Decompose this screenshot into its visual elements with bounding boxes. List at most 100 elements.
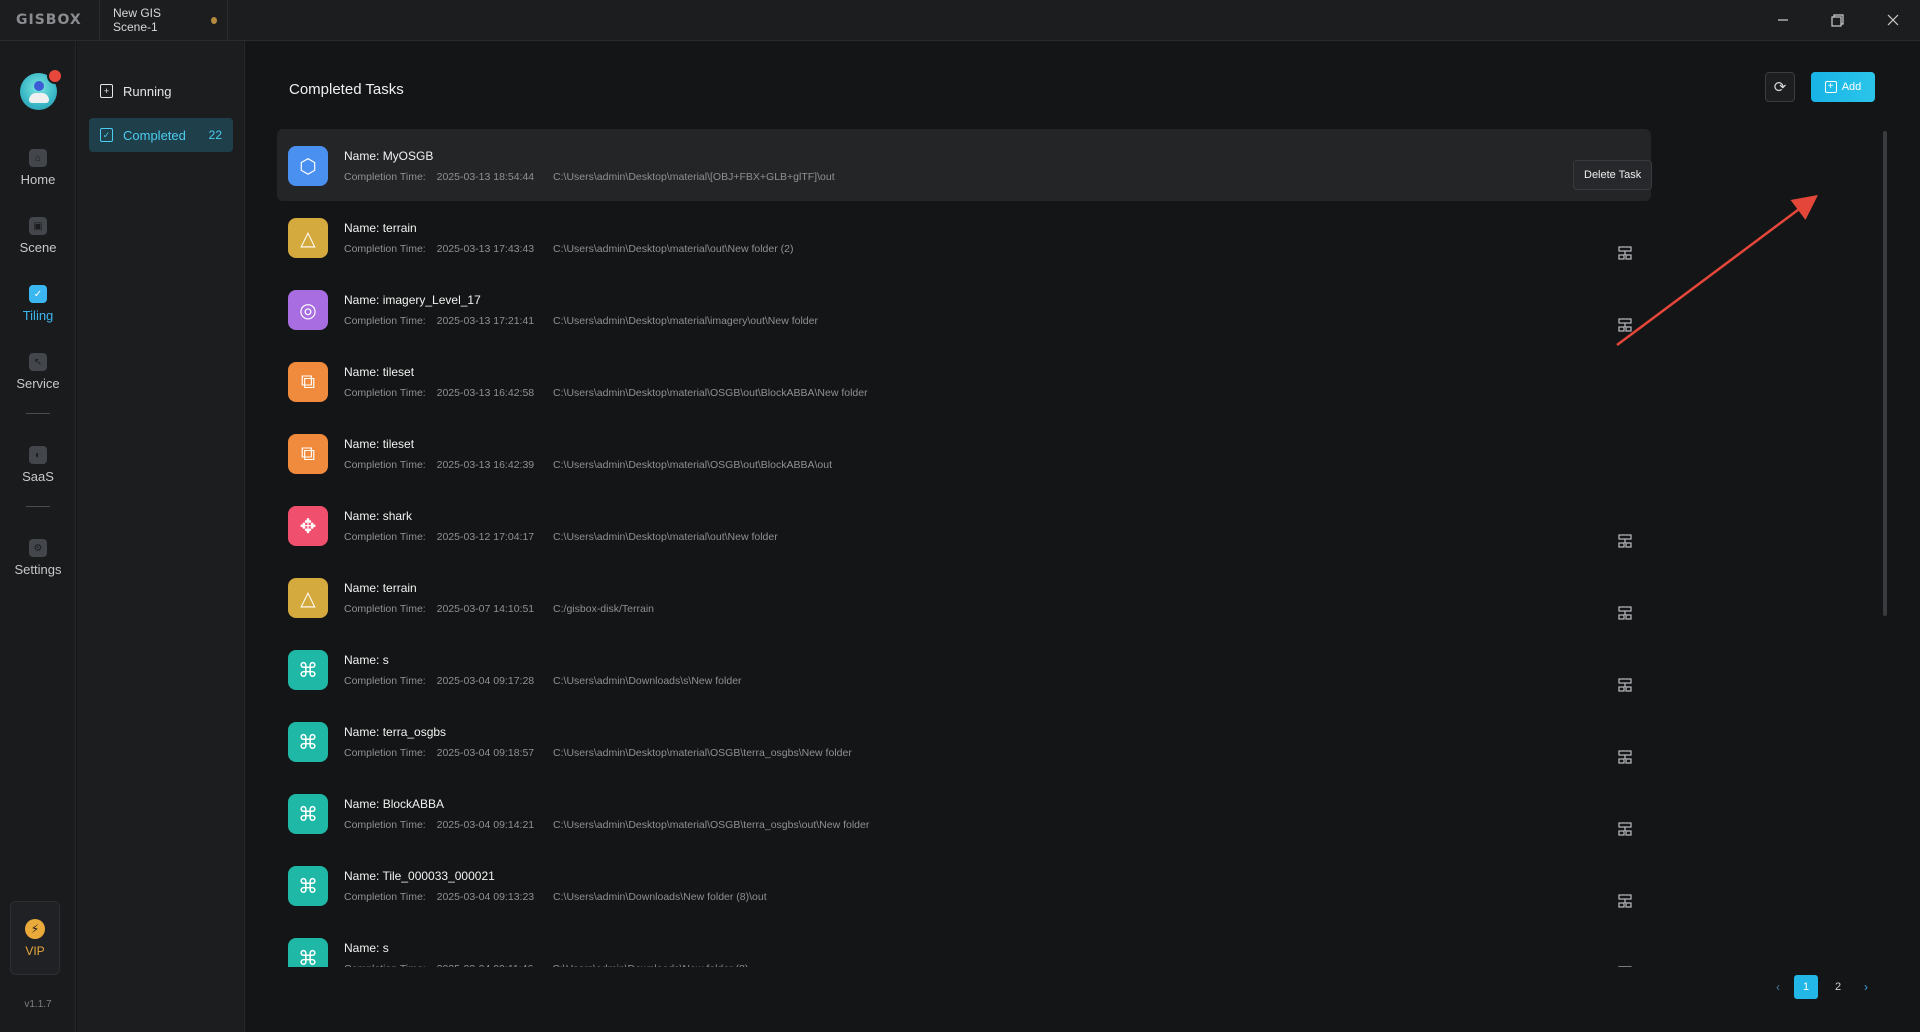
task-row[interactable]: ⌘ Name: Tile_000033_000021 Completion Ti… [277, 849, 1651, 921]
merge-button[interactable] [1616, 748, 1634, 766]
sidebar-item-completed[interactable]: ✓ Completed 22 [89, 118, 233, 152]
rail-item-label: Settings [14, 562, 62, 577]
task-row[interactable]: ⧉ Name: tileset Completion Time: 2025-03… [277, 417, 1651, 489]
restore-button[interactable] [1810, 0, 1865, 41]
rail-item-home[interactable]: ⌂ Home [0, 138, 76, 198]
scrollbar[interactable] [1883, 131, 1887, 616]
output-path: C:\Users\admin\Desktop\material\OSGB\out… [553, 459, 832, 471]
task-actions [1616, 388, 1651, 406]
model-icon: ✥ [288, 506, 328, 546]
osgb-icon: ⌘ [288, 650, 328, 690]
log-button[interactable] [1648, 460, 1651, 478]
log-button[interactable] [1648, 316, 1651, 334]
merge-button[interactable] [1616, 892, 1634, 910]
rail-divider [26, 413, 50, 414]
completion-time-label: Completion Time: [344, 747, 426, 759]
log-button[interactable] [1648, 244, 1651, 262]
completed-count-badge: 22 [208, 128, 222, 142]
refresh-icon: ⟳ [1773, 79, 1787, 96]
merge-button[interactable] [1616, 532, 1634, 550]
task-name: Name: tileset [344, 365, 414, 379]
task-meta: Completion Time: 2025-03-13 17:21:41 C:\… [344, 315, 818, 327]
rail-item-settings[interactable]: ⚙ Settings [0, 528, 76, 588]
task-name-prefix: Name: [344, 653, 380, 667]
task-name-prefix: Name: [344, 941, 380, 955]
task-name: Name: terra_osgbs [344, 725, 446, 739]
rail-item-service[interactable]: ↖ Service [0, 342, 76, 402]
completion-time-value: 2025-03-13 17:43:43 [436, 243, 535, 255]
task-meta: Completion Time: 2025-03-13 16:42:58 C:\… [344, 387, 868, 399]
log-button[interactable] [1648, 748, 1651, 766]
rail-item-tiling[interactable]: ✓ Tiling [0, 274, 76, 334]
pagination: ‹ 1 2 › [1770, 975, 1874, 999]
task-name-prefix: Name: [344, 869, 380, 883]
add-button[interactable]: + Add [1811, 72, 1875, 102]
log-button[interactable] [1648, 820, 1651, 838]
task-actions [1616, 316, 1651, 334]
task-row[interactable]: ⧉ Name: tileset Completion Time: 2025-03… [277, 345, 1651, 417]
task-row[interactable]: △ Name: terrain Completion Time: 2025-03… [277, 201, 1651, 273]
rail-item-saas[interactable]: ◐ SaaS [0, 435, 76, 495]
completion-time-value: 2025-03-13 18:54:44 [436, 171, 535, 183]
task-row[interactable]: ⬡ Name: MyOSGB Completion Time: 2025-03-… [277, 129, 1651, 201]
merge-button[interactable] [1616, 964, 1634, 967]
task-actions [1616, 748, 1651, 766]
task-row[interactable]: ⌘ Name: terra_osgbs Completion Time: 202… [277, 705, 1651, 777]
prev-page-icon[interactable]: ‹ [1770, 980, 1786, 994]
log-button[interactable] [1648, 388, 1651, 406]
log-button[interactable] [1648, 604, 1651, 622]
log-button[interactable] [1648, 892, 1651, 910]
task-row[interactable]: ⌘ Name: BlockABBA Completion Time: 2025-… [277, 777, 1651, 849]
task-meta: Completion Time: 2025-03-04 09:13:23 C:\… [344, 891, 767, 903]
refresh-button[interactable]: ⟳ [1765, 72, 1795, 102]
task-name: Name: imagery_Level_17 [344, 293, 481, 307]
rail-item-scene[interactable]: ▣ Scene [0, 206, 76, 266]
task-actions [1616, 532, 1651, 550]
merge-button[interactable] [1616, 244, 1634, 262]
unsaved-dot-icon [210, 16, 217, 24]
scene-tab[interactable]: New GIS Scene-1 [100, 0, 228, 41]
task-name-prefix: Name: [344, 293, 380, 307]
avatar[interactable] [20, 68, 63, 110]
task-row[interactable]: ✥ Name: shark Completion Time: 2025-03-1… [277, 489, 1651, 561]
output-path: C:\Users\admin\Desktop\material\imagery\… [553, 315, 818, 327]
completion-time-label: Completion Time: [344, 171, 426, 183]
output-path: C:\Users\admin\Desktop\material\OSGB\ter… [553, 819, 870, 831]
completion-time-value: 2025-03-07 14:10:51 [436, 603, 535, 615]
task-meta: Completion Time: 2025-03-13 17:43:43 C:\… [344, 243, 793, 255]
merge-button[interactable] [1616, 316, 1634, 334]
task-row[interactable]: ⌘ Name: s Completion Time: 2025-03-04 09… [277, 633, 1651, 705]
merge-button[interactable] [1616, 820, 1634, 838]
log-button[interactable] [1648, 676, 1651, 694]
next-page-icon[interactable]: › [1858, 980, 1874, 994]
output-path: C:\Users\admin\Downloads\New folder (8) [552, 963, 748, 967]
completion-time-value: 2025-03-13 16:42:58 [436, 387, 535, 399]
merge-button[interactable] [1616, 604, 1634, 622]
close-window-button[interactable] [1865, 0, 1920, 41]
vip-button[interactable]: ⚡ VIP [10, 901, 60, 975]
task-sidebar: + Running ✓ Completed 22 [77, 41, 245, 1032]
completion-time-value: 2025-03-13 16:42:39 [436, 459, 535, 471]
task-name-value: imagery_Level_17 [382, 293, 481, 307]
sidebar-item-running[interactable]: + Running [89, 74, 233, 108]
hierarchy-icon [1618, 318, 1632, 332]
task-meta: Completion Time: 2025-03-04 09:14:21 C:\… [344, 819, 869, 831]
terrain-icon: △ [288, 578, 328, 618]
log-button[interactable] [1648, 532, 1651, 550]
minimize-button[interactable] [1755, 0, 1810, 41]
merge-button[interactable] [1616, 676, 1634, 694]
task-name-value: BlockABBA [382, 797, 445, 811]
task-row[interactable]: ◎ Name: imagery_Level_17 Completion Time… [277, 273, 1651, 345]
page-button-current[interactable]: 1 [1794, 975, 1818, 999]
task-name-prefix: Name: [344, 437, 380, 451]
page-button[interactable]: 2 [1826, 975, 1850, 999]
document-icon [1650, 318, 1651, 332]
task-name-value: MyOSGB [382, 149, 434, 163]
log-button[interactable] [1648, 964, 1651, 967]
task-name-value: terra_osgbs [382, 725, 447, 739]
task-row[interactable]: △ Name: terrain Completion Time: 2025-03… [277, 561, 1651, 633]
task-row[interactable]: ⌘ Name: s Completion Time: 2025-03-04 09… [277, 921, 1651, 967]
task-name-value: shark [382, 509, 413, 523]
task-meta: Completion Time: 2025-03-12 17:04:17 C:\… [344, 531, 778, 543]
hierarchy-icon [1618, 534, 1632, 548]
